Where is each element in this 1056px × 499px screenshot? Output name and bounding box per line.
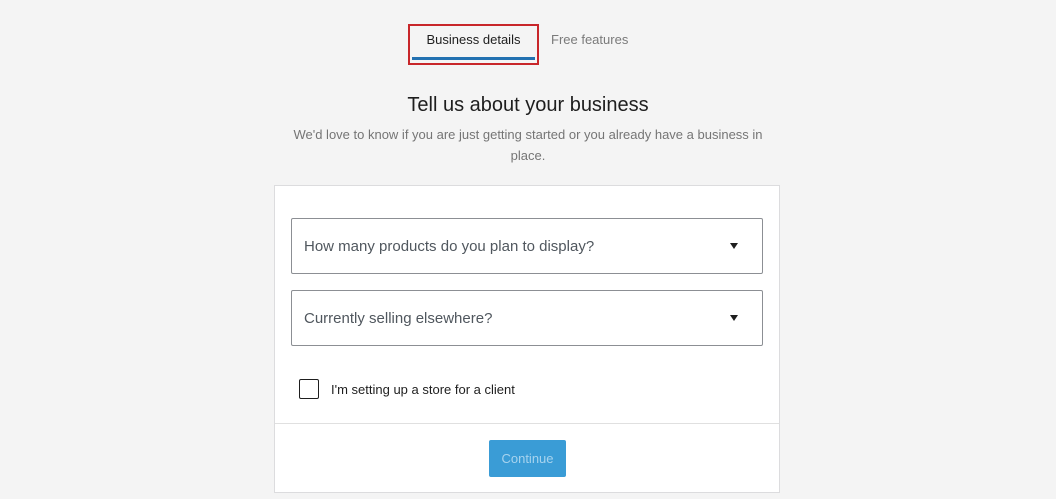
client-store-option: I'm setting up a store for a client	[299, 379, 515, 399]
tab-business-details[interactable]: Business details	[408, 24, 539, 65]
tab-free-features[interactable]: Free features	[551, 26, 628, 63]
client-store-label[interactable]: I'm setting up a store for a client	[331, 382, 515, 397]
page: Business details Free features Tell us a…	[0, 0, 1056, 499]
card-divider	[275, 423, 779, 424]
client-store-checkbox[interactable]	[299, 379, 319, 399]
chevron-down-icon	[730, 243, 738, 249]
products-count-placeholder: How many products do you plan to display…	[304, 237, 595, 255]
page-subtitle: We'd love to know if you are just gettin…	[293, 127, 763, 163]
tab-business-details-label: Business details	[426, 32, 521, 47]
business-details-card: How many products do you plan to display…	[274, 185, 780, 493]
tab-free-features-label: Free features	[551, 32, 629, 47]
active-tab-indicator	[412, 57, 535, 60]
selling-elsewhere-placeholder: Currently selling elsewhere?	[304, 309, 493, 327]
chevron-down-icon	[730, 315, 738, 321]
page-title: Tell us about your business	[407, 94, 649, 116]
products-count-select[interactable]: How many products do you plan to display…	[291, 218, 763, 274]
selling-elsewhere-select[interactable]: Currently selling elsewhere?	[291, 290, 763, 346]
continue-button[interactable]: Continue	[489, 440, 566, 477]
tab-bar: Business details Free features	[408, 24, 628, 65]
